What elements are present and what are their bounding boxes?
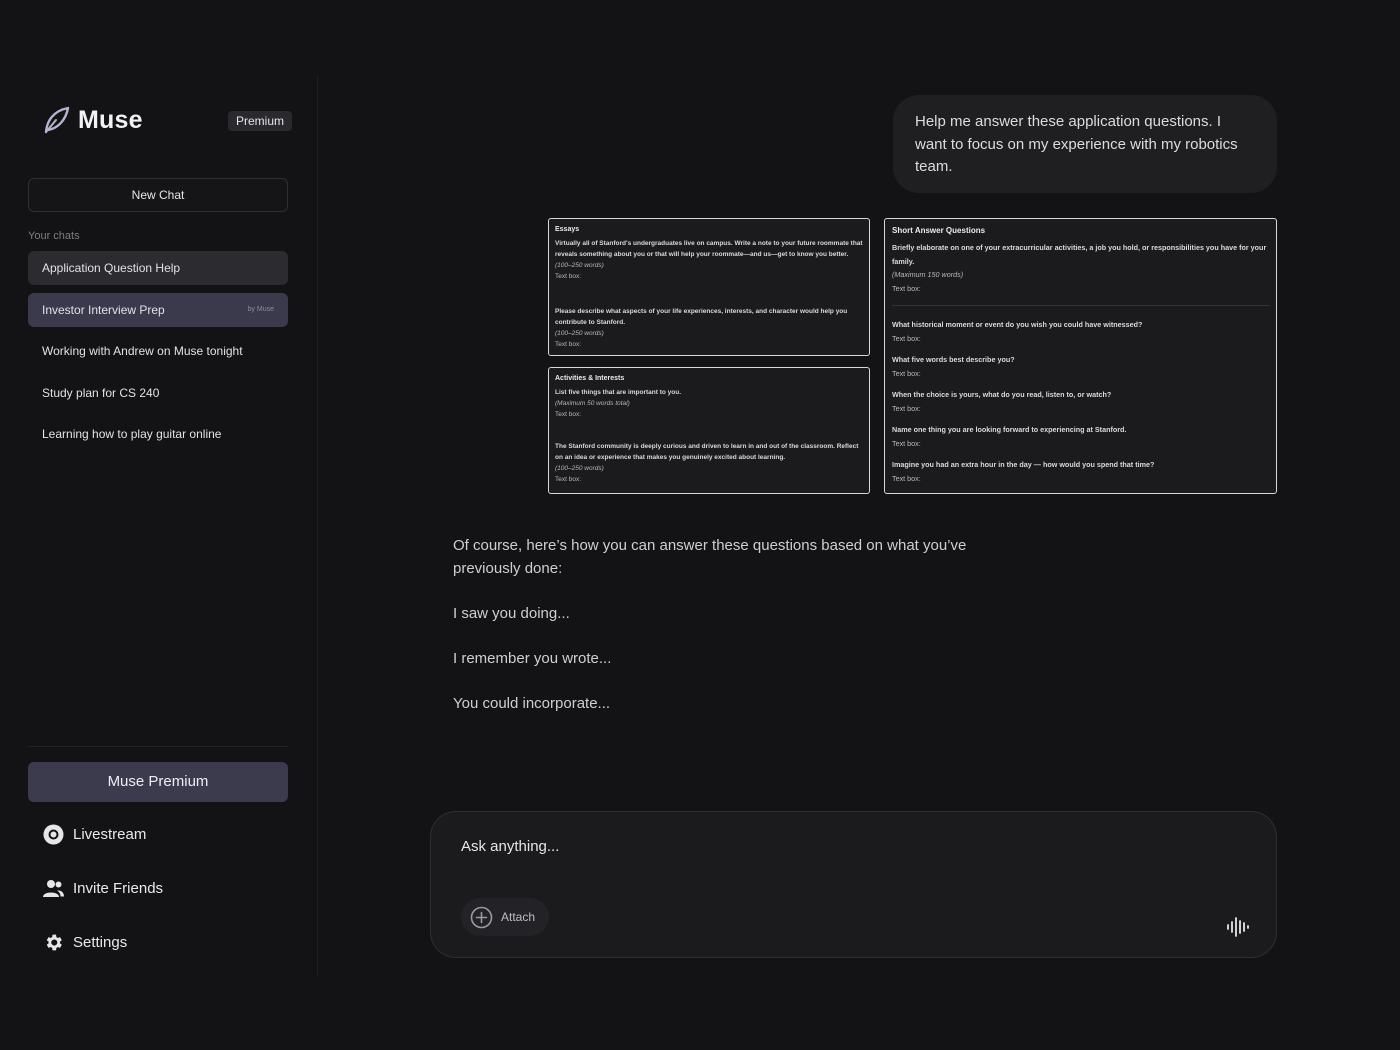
- chat-item-label: Learning how to play guitar online: [42, 427, 222, 441]
- doc-title: Activities & Interests: [555, 375, 625, 382]
- menu-item-label: Invite Friends: [73, 880, 164, 897]
- assistant-paragraph: You could incorporate...: [453, 694, 611, 712]
- muse-premium-button[interactable]: Muse Premium: [28, 762, 288, 802]
- doc-question: Imagine you had an extra hour in the day…: [892, 460, 1155, 470]
- sidebar: Muse Premium New Chat Your chats Applica…: [0, 75, 318, 975]
- feather-logo-icon: [44, 106, 70, 134]
- doc-textbox-label: Text box:: [892, 284, 921, 294]
- assistant-paragraph: Of course, here’s how you can answer the…: [453, 537, 967, 577]
- doc-question: What historical moment or event do you w…: [892, 319, 1143, 329]
- message-input[interactable]: Ask anything...: [461, 838, 559, 855]
- doc-textbox-label: Text box:: [555, 341, 582, 348]
- doc-question: The Stanford community is deeply curious…: [555, 443, 859, 461]
- doc-textbox-label: Text box:: [555, 476, 582, 483]
- assistant-paragraph: I saw you doing...: [453, 604, 570, 622]
- doc-question-block: Imagine you had an extra hour in the day…: [892, 458, 1269, 486]
- brand[interactable]: Muse: [42, 105, 143, 135]
- doc-word-limit: (100–250 words): [555, 330, 604, 337]
- doc-textbox-label: Text box:: [892, 403, 921, 413]
- doc-title: Short Answer Questions: [892, 226, 986, 235]
- gear-icon: [46, 934, 62, 951]
- doc-textbox-label: Text box:: [892, 474, 921, 484]
- doc-question: When the choice is yours, what do you re…: [892, 390, 1112, 400]
- doc-textbox-label: Text box:: [555, 273, 582, 280]
- doc-textbox-label: Text box:: [892, 368, 921, 378]
- app-window: Muse Premium New Chat Your chats Applica…: [0, 0, 1400, 1050]
- sidebar-divider: [28, 746, 288, 747]
- chat-item-study-plan[interactable]: Study plan for CS 240: [28, 376, 288, 410]
- attach-label: Attach: [501, 910, 536, 924]
- premium-badge: Premium: [228, 111, 293, 131]
- doc-title: Essays: [555, 226, 580, 233]
- chat-item-tag: by Muse: [247, 305, 274, 313]
- doc-word-limit: (Maximum 50 words total): [555, 400, 630, 407]
- attachment-short-answers[interactable]: Short Answer Questions Briefly elaborate…: [884, 218, 1277, 494]
- doc-word-limit: (Maximum 150 words): [892, 270, 964, 280]
- doc-word-limit: (100–250 words): [555, 262, 604, 269]
- new-chat-button[interactable]: New Chat: [28, 178, 288, 212]
- doc-question: Virtually all of Stanford's undergraduat…: [555, 240, 863, 258]
- doc-question-block: What five words best describe you? Text …: [892, 353, 1269, 381]
- menu-item-label: Livestream: [73, 826, 147, 843]
- chats-section-label: Your chats: [28, 230, 80, 242]
- chat-list: Application Question Help Investor Inter…: [28, 251, 288, 459]
- livestream-icon: [43, 824, 64, 845]
- livestream-menu-item[interactable]: Livestream: [43, 824, 146, 845]
- doc-textbox-label: Text box:: [892, 333, 921, 343]
- attach-button[interactable]: Attach: [461, 898, 550, 936]
- chat-item-label: Investor Interview Prep: [42, 302, 165, 317]
- invite-friends-menu-item[interactable]: Invite Friends: [43, 878, 163, 899]
- doc-question: Name one thing you are looking forward t…: [892, 425, 1127, 435]
- attachment-essays[interactable]: Essays Virtually all of Stanford's under…: [548, 218, 870, 356]
- doc-question: What five words best describe you?: [892, 355, 1015, 365]
- chat-item-learning-guitar[interactable]: Learning how to play guitar online: [28, 417, 288, 451]
- message-composer[interactable]: Ask anything... Attach: [430, 811, 1277, 958]
- plus-circle-icon: [470, 906, 493, 928]
- chat-item-label: Study plan for CS 240: [42, 385, 160, 400]
- menu-item-label: Settings: [73, 934, 128, 951]
- chat-item-working-with-andrew[interactable]: Working with Andrew on Muse tonight: [28, 334, 288, 368]
- doc-textbox-label: Text box:: [555, 411, 582, 418]
- app-name: Muse: [78, 105, 143, 134]
- assistant-paragraph: I remember you wrote...: [453, 649, 612, 667]
- doc-question-block: When the choice is yours, what do you re…: [892, 388, 1269, 416]
- settings-menu-item[interactable]: Settings: [43, 932, 127, 953]
- doc-question-block: What historical moment or event do you w…: [892, 318, 1269, 346]
- doc-textbox-label: Text box:: [892, 439, 921, 449]
- users-icon: [43, 880, 64, 897]
- attachment-activities[interactable]: Activities & Interests List five things …: [548, 367, 870, 494]
- doc-question: List five things that are important to y…: [555, 389, 682, 396]
- doc-word-limit: (100–250 words): [555, 465, 604, 472]
- chat-item-application-question-help[interactable]: Application Question Help: [28, 251, 288, 285]
- user-message: Help me answer these application questio…: [893, 95, 1277, 193]
- doc-question-block: Name one thing you are looking forward t…: [892, 423, 1269, 451]
- chat-item-label: Application Question Help: [42, 261, 181, 275]
- doc-divider: [892, 304, 1269, 306]
- assistant-message: Of course, here’s how you can answer the…: [453, 535, 1013, 738]
- doc-question: Briefly elaborate on one of your extracu…: [892, 242, 1267, 266]
- doc-question: Please describe what aspects of your lif…: [555, 308, 848, 326]
- chat-item-investor-interview-prep[interactable]: Investor Interview Prep by Muse: [28, 292, 288, 327]
- chat-item-label: Working with Andrew on Muse tonight: [42, 344, 243, 358]
- voice-waveform-icon[interactable]: [1226, 916, 1250, 938]
